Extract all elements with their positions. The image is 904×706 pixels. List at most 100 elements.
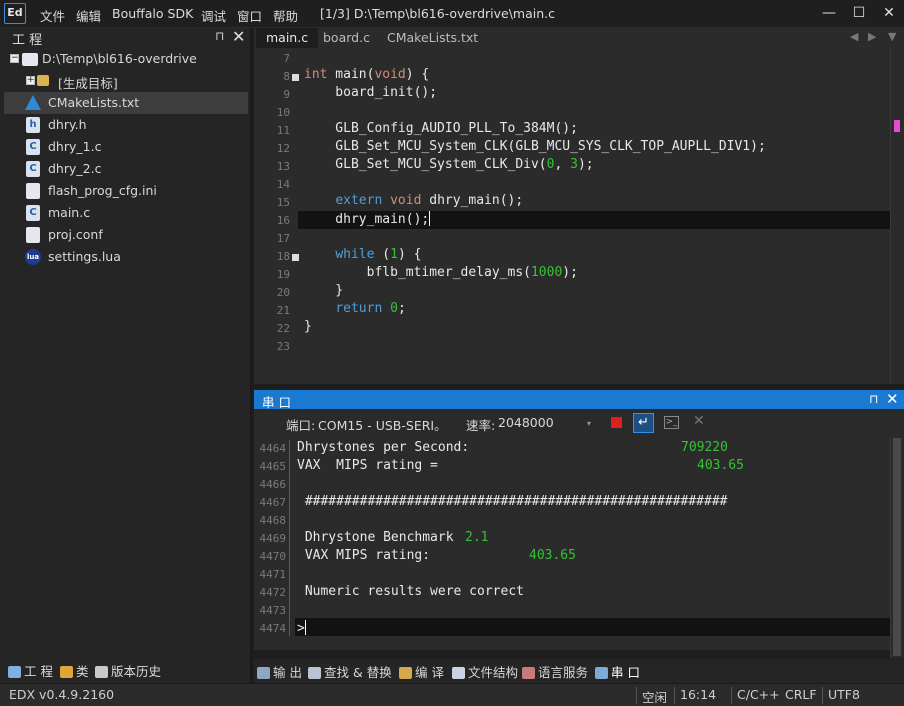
tab-output[interactable]: 输 出 [257,662,302,681]
serial-scrollbar-thumb[interactable] [893,438,901,656]
line-number: 11 [276,124,290,137]
serial-value: 2.1 [465,530,489,545]
tab-version-history[interactable]: 版本历史 [95,661,161,680]
line-number: 4465 [259,460,287,473]
encoding[interactable]: UTF8 [828,687,860,702]
tree-item-proj-conf[interactable]: proj.conf [4,224,248,246]
line-number: 9 [283,88,290,101]
divider [731,687,732,704]
menu-debug[interactable]: 调试 [201,6,226,25]
tab-label: 工 程 [24,664,53,679]
editor-scrollbar[interactable] [890,48,904,384]
fold-icon[interactable] [292,74,299,81]
tab-label: 版本历史 [111,664,162,679]
serial-toolbar: 端口: COM15 - USB-SERI。 速率: 2048000 ▾ ↵ >_… [254,409,904,438]
baud-rate-select[interactable]: 2048000 [498,415,554,430]
line-number: 4464 [259,442,287,455]
line-number: 4473 [259,604,287,617]
code-line: extern void dhry_main(); [335,193,524,208]
tab-file-structure[interactable]: 文件结构 [452,662,518,681]
pin-icon[interactable]: ⊓ [215,29,224,43]
language-icon [522,667,535,679]
port-select[interactable]: COM15 - USB-SERI。 [318,415,442,434]
chevron-down-icon[interactable]: ▾ [587,419,591,428]
tree-item-label: dhry_2.c [48,161,102,176]
gutter-divider [289,440,290,636]
serial-icon [595,667,608,679]
tab-project[interactable]: 工 程 [8,661,53,680]
terminal-icon[interactable]: >_ [664,416,679,429]
collapse-icon[interactable]: − [10,54,19,63]
tab-language-service[interactable]: 语言服务 [522,662,588,681]
pin-icon[interactable]: ⊓ [869,392,878,406]
tab-compile[interactable]: 编 译 [399,662,444,681]
newline-toggle-icon[interactable]: ↵ [633,413,654,433]
close-window-button[interactable]: ✕ [878,3,900,23]
compile-icon [399,667,412,679]
tree-item-project[interactable]: − D:\Temp\bl616-overdrive [4,48,248,70]
code-line: dhry_main(); [304,211,431,227]
menu-help[interactable]: 帮助 [273,6,298,25]
serial-line: VAX MIPS rating: [297,548,431,563]
close-panel-button[interactable]: ✕ [232,27,245,46]
tab-classes[interactable]: 类 [60,661,89,680]
tab-label: 编 译 [415,665,444,680]
tree-item-dhry-2-c[interactable]: C dhry_2.c [4,158,248,180]
serial-horizontal-scrollbar[interactable] [254,638,890,650]
line-number: 4470 [259,550,287,563]
cursor-position[interactable]: 16:14 [680,687,716,702]
class-icon [60,666,73,678]
tree-item-label: main.c [48,205,91,220]
line-ending[interactable]: CRLF [785,687,817,702]
expand-icon[interactable]: + [26,76,35,85]
tree-item-dhry-1-c[interactable]: C dhry_1.c [4,136,248,158]
version-label: EDX v0.4.9.2160 [9,687,115,702]
line-number: 23 [276,340,290,353]
line-number: 8 [283,70,290,83]
code-line: int main(void) { [304,67,430,82]
fold-icon[interactable] [292,254,299,261]
document-icon [26,183,40,199]
serial-line: Dhrystone Benchmark [297,530,454,545]
h-file-icon: h [26,117,40,133]
tree-item-main-c[interactable]: C main.c [4,202,248,224]
close-serial-button[interactable]: ✕ [886,390,899,408]
c-file-icon: C [26,205,40,221]
tab-scroll-right-icon[interactable]: ▶ [868,30,876,43]
serial-input-line[interactable] [295,618,890,636]
tab-serial[interactable]: 串 口 [595,662,640,681]
tab-cmakelists[interactable]: CMakeLists.txt [377,28,488,48]
tree-item-settings-lua[interactable]: lua settings.lua [4,246,248,268]
tree-item-cmakelists[interactable]: CMakeLists.txt [4,92,248,114]
tab-board-c[interactable]: board.c [313,28,380,48]
tab-main-c[interactable]: main.c [256,28,319,48]
minimize-button[interactable]: — [818,3,840,23]
line-number: 17 [276,232,290,245]
port-label: 端口: [286,418,316,433]
c-file-icon: C [26,161,40,177]
stop-icon[interactable] [611,417,622,428]
menu-window[interactable]: 窗口 [237,6,262,25]
code-line: } [304,319,312,334]
menu-edit[interactable]: 编辑 [76,6,101,25]
serial-line: Numeric results were correct [297,584,524,599]
maximize-button[interactable]: ☐ [848,3,870,23]
tab-label: 文件结构 [468,665,519,680]
project-panel-tabs: 工 程 类 版本历史 [0,655,252,683]
menu-bouffalo-sdk[interactable]: Bouffalo SDK [112,6,193,21]
tree-item-build-targets[interactable]: + [生成目标] [4,70,248,92]
tree-item-dhry-h[interactable]: h dhry.h [4,114,248,136]
history-icon [95,666,108,678]
code-line: while (1) { [335,247,422,262]
language-mode[interactable]: C/C++ [737,687,780,702]
tree-item-flash-prog-cfg[interactable]: flash_prog_cfg.ini [4,180,248,202]
editor-tab-bar: main.c board.c CMakeLists.txt ◀ ▶ ▼ [254,28,904,48]
tab-find-replace[interactable]: 查找 & 替换 [308,662,392,681]
clear-icon[interactable]: ✕ [693,413,705,429]
menu-file[interactable]: 文件 [40,6,65,25]
line-number: 4474 [259,622,287,635]
line-number: 4469 [259,532,287,545]
serial-prompt: > [297,620,306,636]
tab-scroll-left-icon[interactable]: ◀ [850,30,858,43]
tab-list-icon[interactable]: ▼ [888,30,896,43]
